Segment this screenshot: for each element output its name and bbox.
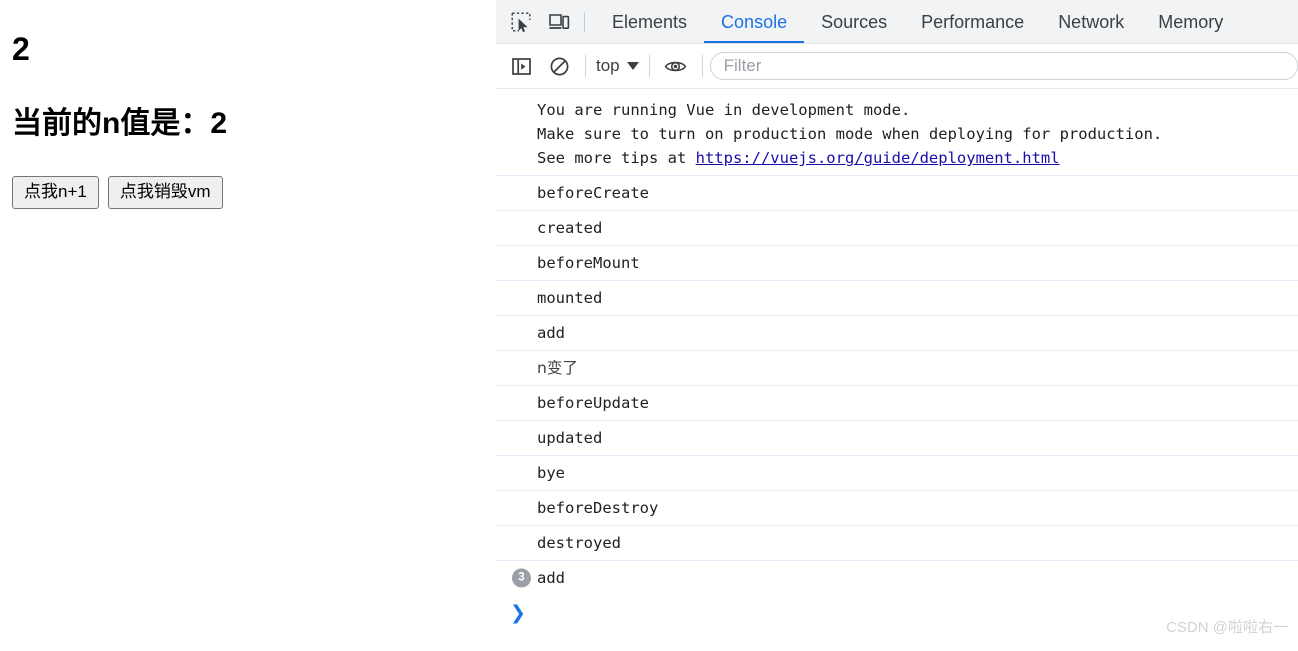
- console-message-beforeUpdate: beforeUpdate: [496, 386, 1298, 422]
- console-toolbar-divider-3: [701, 55, 703, 77]
- device-toolbar-icon[interactable]: [540, 0, 578, 44]
- console-message-add-grouped: 3 add: [496, 561, 1298, 595]
- filter-field-wrapper: [709, 52, 1298, 80]
- vue-warning-line-3: See more tips at: [537, 149, 696, 168]
- page-button-group: 点我n+1 点我销毁vm: [12, 176, 488, 209]
- grouped-message-text: add: [537, 569, 565, 588]
- console-message-updated: updated: [496, 421, 1298, 457]
- console-sidebar-icon[interactable]: [502, 47, 540, 85]
- prompt-chevron-icon: ❯: [510, 601, 526, 624]
- console-message-mounted: mounted: [496, 281, 1298, 317]
- vue-warning-line-2: Make sure to turn on production mode whe…: [537, 125, 1163, 144]
- live-expression-eye-icon[interactable]: [657, 47, 695, 85]
- tab-console[interactable]: Console: [704, 0, 805, 44]
- increment-button[interactable]: 点我n+1: [12, 176, 99, 209]
- tab-performance[interactable]: Performance: [904, 0, 1041, 44]
- screenshot-root: 2 当前的n值是：2 点我n+1 点我销毁vm Elements Console…: [0, 0, 1298, 651]
- tab-sources[interactable]: Sources: [804, 0, 904, 44]
- destroy-vm-button[interactable]: 点我销毁vm: [107, 176, 223, 209]
- vue-deployment-link[interactable]: https://vuejs.org/guide/deployment.html: [696, 149, 1060, 167]
- counter-display: 2: [12, 31, 30, 67]
- tab-network[interactable]: Network: [1041, 0, 1141, 44]
- console-message-add: add: [496, 316, 1298, 352]
- console-toolbar-divider: [585, 55, 586, 77]
- web-page-pane: 2 当前的n值是：2 点我n+1 点我销毁vm: [0, 0, 496, 651]
- inspect-element-icon[interactable]: [502, 0, 540, 44]
- console-message-destroyed: destroyed: [496, 526, 1298, 562]
- toolbar-divider: [584, 12, 585, 32]
- console-message-beforeCreate: beforeCreate: [496, 176, 1298, 212]
- console-message-created: created: [496, 211, 1298, 247]
- tab-memory[interactable]: Memory: [1141, 0, 1240, 44]
- console-message-beforeDestroy: beforeDestroy: [496, 491, 1298, 527]
- filter-input[interactable]: [709, 52, 1298, 80]
- message-count-badge: 3: [512, 568, 531, 588]
- devtools-panel: Elements Console Sources Performance Net…: [496, 0, 1298, 651]
- console-toolbar-divider-2: [648, 55, 650, 77]
- watermark: CSDN @啦啦右一: [1166, 619, 1288, 636]
- console-message-vue-dev-warning: You are running Vue in development mode.…: [496, 89, 1298, 177]
- devtools-tabs: Elements Console Sources Performance Net…: [595, 0, 1240, 44]
- console-message-n-changed: n变了: [496, 351, 1298, 387]
- console-message-bye: bye: [496, 456, 1298, 492]
- devtools-tabstrip: Elements Console Sources Performance Net…: [496, 0, 1298, 44]
- tab-elements[interactable]: Elements: [595, 0, 704, 44]
- vue-warning-line-1: You are running Vue in development mode.: [537, 101, 911, 119]
- execution-context-label: top: [596, 56, 620, 75]
- page-title: 当前的n值是：2: [12, 107, 228, 140]
- console-message-beforeMount: beforeMount: [496, 246, 1298, 282]
- execution-context-dropdown[interactable]: top: [593, 56, 642, 76]
- console-toolbar: top: [496, 44, 1298, 89]
- clear-console-icon[interactable]: [540, 47, 578, 85]
- console-message-list[interactable]: You are running Vue in development mode.…: [496, 89, 1298, 651]
- chevron-down-icon: [626, 62, 639, 70]
